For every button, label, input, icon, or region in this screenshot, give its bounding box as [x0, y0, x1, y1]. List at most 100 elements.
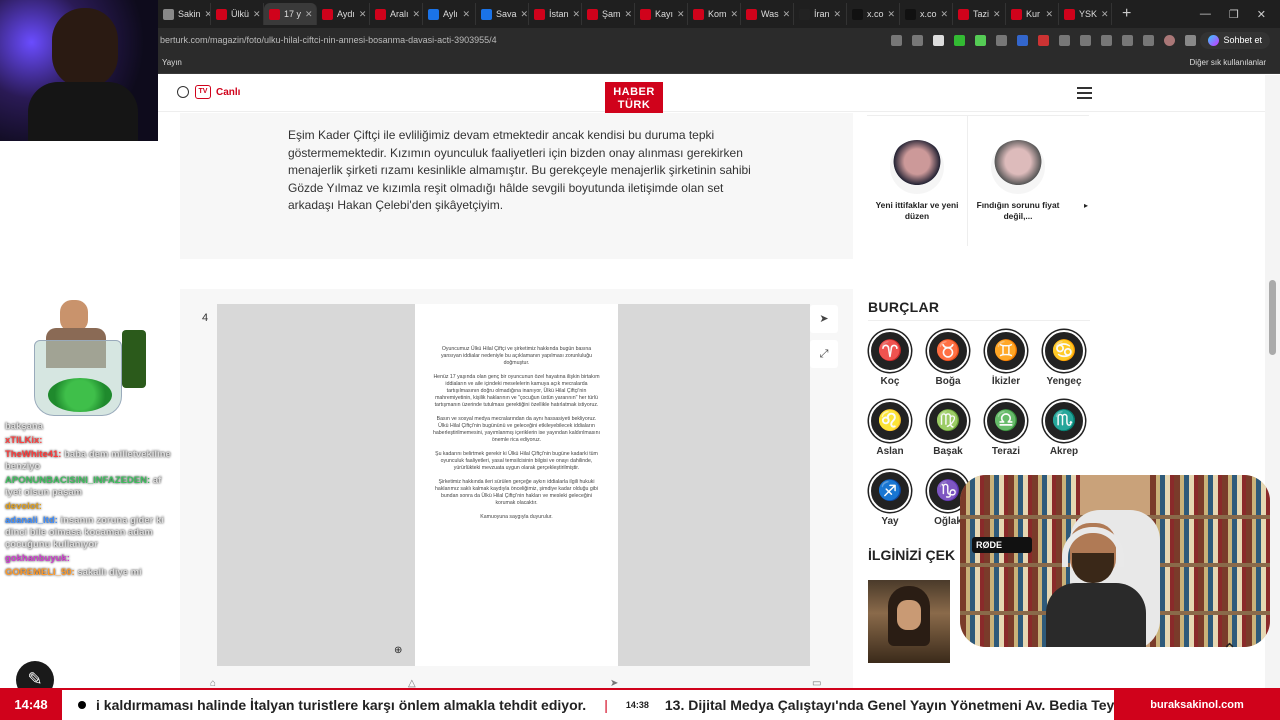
close-tab-icon[interactable]: ✕ [521, 9, 528, 20]
expand-button[interactable]: ⤢ [810, 340, 838, 368]
reader-icon[interactable] [912, 34, 924, 46]
close-tab-icon[interactable]: ✕ [1101, 9, 1109, 20]
performance-icon[interactable] [1143, 34, 1155, 46]
other-bookmarks[interactable]: Diğer sık kullanılanlar [1190, 58, 1280, 67]
alert-icon[interactable]: △ [408, 678, 416, 688]
browser-tab[interactable]: Tazi ✕ [953, 3, 1006, 25]
horoscope-sign[interactable]: ♏ Akrep [1036, 400, 1092, 457]
browser-tab[interactable]: Aralı ✕ [370, 3, 423, 25]
browser-tab[interactable]: Was ✕ [741, 3, 794, 25]
ticker-headline: i kaldırmaması halinde İtalyan turistler… [96, 697, 587, 713]
scroll-top-icon[interactable]: ⌃ [1222, 640, 1237, 661]
chat-message: bakşana [5, 421, 175, 433]
profile-avatar-icon[interactable] [1164, 34, 1176, 46]
close-tab-icon[interactable]: ✕ [625, 9, 633, 20]
extension-icon[interactable] [1017, 34, 1029, 46]
chat-username[interactable]: APONUNBACISINI_INFAZEDEN: [5, 475, 150, 486]
chat-username[interactable]: TheWhite41: [5, 449, 61, 460]
browser-tab[interactable]: YSK ✕ [1059, 3, 1112, 25]
copilot-icon [1208, 34, 1220, 46]
url-field[interactable]: berturk.com/magazin/foto/ulku-hilal-cift… [158, 35, 808, 45]
bookmark-yayin[interactable]: Yayın [158, 58, 182, 67]
tv-icon[interactable]: TV [195, 85, 211, 99]
zodiac-icon: ♐ [869, 470, 911, 512]
live-link[interactable]: Canlı [216, 87, 240, 98]
square-icon[interactable]: ▭ [812, 678, 821, 688]
browser-tab[interactable]: Kayı ✕ [635, 3, 688, 25]
close-tab-icon[interactable]: ✕ [413, 9, 421, 20]
close-tab-icon[interactable]: ✕ [677, 9, 685, 20]
split-icon[interactable] [1080, 34, 1092, 46]
browser-tab[interactable]: Şam ✕ [582, 3, 635, 25]
zoom-icon[interactable] [891, 34, 903, 46]
refresh-icon[interactable] [1059, 34, 1071, 46]
chevron-right-icon[interactable]: ▸ [1084, 201, 1088, 210]
favorites-icon[interactable] [1101, 34, 1113, 46]
close-window-icon[interactable]: ✕ [1257, 8, 1266, 21]
statement-document[interactable]: Oyuncumuz Ülkü Hilal Çiftçi ve şirketimi… [415, 304, 618, 666]
close-tab-icon[interactable]: ✕ [834, 9, 842, 20]
chat-message: gokhanbuyuk: [5, 553, 175, 565]
horoscope-sign[interactable]: ♎ Terazi [978, 400, 1034, 457]
extension-icon[interactable] [954, 34, 966, 46]
chat-username[interactable]: GOREMELI_50: [5, 567, 75, 578]
share-button[interactable]: ➤ [810, 305, 838, 333]
restore-icon[interactable]: ❐ [1229, 8, 1239, 21]
document-paragraph: Basın ve sosyal medya mecralarından da a… [433, 416, 600, 443]
browser-tab[interactable]: Ülkü ✕ [211, 3, 264, 25]
browser-tab[interactable]: Aydı ✕ [317, 3, 370, 25]
browser-tab[interactable]: İstan ✕ [529, 3, 582, 25]
close-tab-icon[interactable]: ✕ [993, 9, 1001, 20]
tab-favicon-icon [905, 8, 916, 20]
chat-username[interactable]: adanali_ltd: [5, 515, 58, 526]
menu-icon[interactable] [1077, 87, 1092, 99]
extension-icon[interactable] [1038, 34, 1050, 46]
browser-tab[interactable]: Sakin✕ [158, 3, 211, 25]
horoscope-sign[interactable]: ♍ Başak [920, 400, 976, 457]
minimize-icon[interactable]: — [1200, 8, 1211, 21]
close-tab-icon[interactable]: ✕ [731, 9, 739, 20]
favorite-star-icon[interactable] [933, 34, 945, 46]
home-icon[interactable]: ⌂ [210, 678, 216, 688]
article-paragraph: Eşim Kader Çiftçi ile evliliğimiz devam … [288, 128, 751, 212]
browser-tab[interactable]: Kur ✕ [1006, 3, 1059, 25]
close-tab-icon[interactable]: ✕ [253, 9, 261, 20]
columnist-card[interactable]: Fındığın sorunu fiyat değil,... [968, 116, 1068, 222]
browser-tab[interactable]: Sava ✕ [476, 3, 529, 25]
close-tab-icon[interactable]: ✕ [783, 9, 791, 20]
close-tab-icon[interactable]: ✕ [1045, 9, 1053, 20]
chat-username[interactable]: gokhanbuyuk: [5, 553, 70, 564]
close-tab-icon[interactable]: ✕ [462, 9, 470, 20]
horoscope-sign[interactable]: ♋ Yengeç [1036, 330, 1092, 387]
horoscope-sign[interactable]: ♉ Boğa [920, 330, 976, 387]
horoscope-sign[interactable]: ♈ Koç [862, 330, 918, 387]
browser-tab[interactable]: x.co ✕ [900, 3, 953, 25]
chat-username[interactable]: devolot: [5, 501, 42, 512]
horoscope-sign[interactable]: ♊ İkizler [978, 330, 1034, 387]
collections-icon[interactable] [1122, 34, 1134, 46]
chat-username[interactable]: xTILKix: [5, 435, 42, 446]
browser-tab[interactable]: 17 y ✕ [264, 3, 317, 25]
close-tab-icon[interactable]: ✕ [305, 9, 313, 20]
send-icon[interactable]: ➤ [610, 678, 618, 688]
extension-icon[interactable] [996, 34, 1008, 46]
browser-tab[interactable]: Aylı ✕ [423, 3, 476, 25]
horoscope-sign[interactable]: ♌ Aslan [862, 400, 918, 457]
search-icon[interactable] [177, 86, 189, 98]
browser-tab[interactable]: Kom ✕ [688, 3, 741, 25]
site-logo[interactable]: HABER TÜRK [605, 82, 663, 116]
close-tab-icon[interactable]: ✕ [573, 9, 581, 20]
related-thumbnail[interactable] [868, 580, 950, 663]
extension-icon[interactable] [975, 34, 987, 46]
close-tab-icon[interactable]: ✕ [888, 9, 896, 20]
zodiac-icon: ♎ [985, 400, 1027, 442]
browser-tab[interactable]: İran ✕ [794, 3, 847, 25]
more-icon[interactable] [1185, 34, 1197, 46]
close-tab-icon[interactable]: ✕ [941, 9, 949, 20]
columnist-card[interactable]: Yeni ittifaklar ve yeni düzen [867, 116, 967, 222]
new-tab-button[interactable]: + [1112, 5, 1141, 23]
horoscope-sign[interactable]: ♐ Yay [862, 470, 918, 527]
close-tab-icon[interactable]: ✕ [359, 9, 367, 20]
browser-tab[interactable]: x.co ✕ [847, 3, 900, 25]
copilot-chat-button[interactable]: Sohbet et [1200, 31, 1270, 49]
